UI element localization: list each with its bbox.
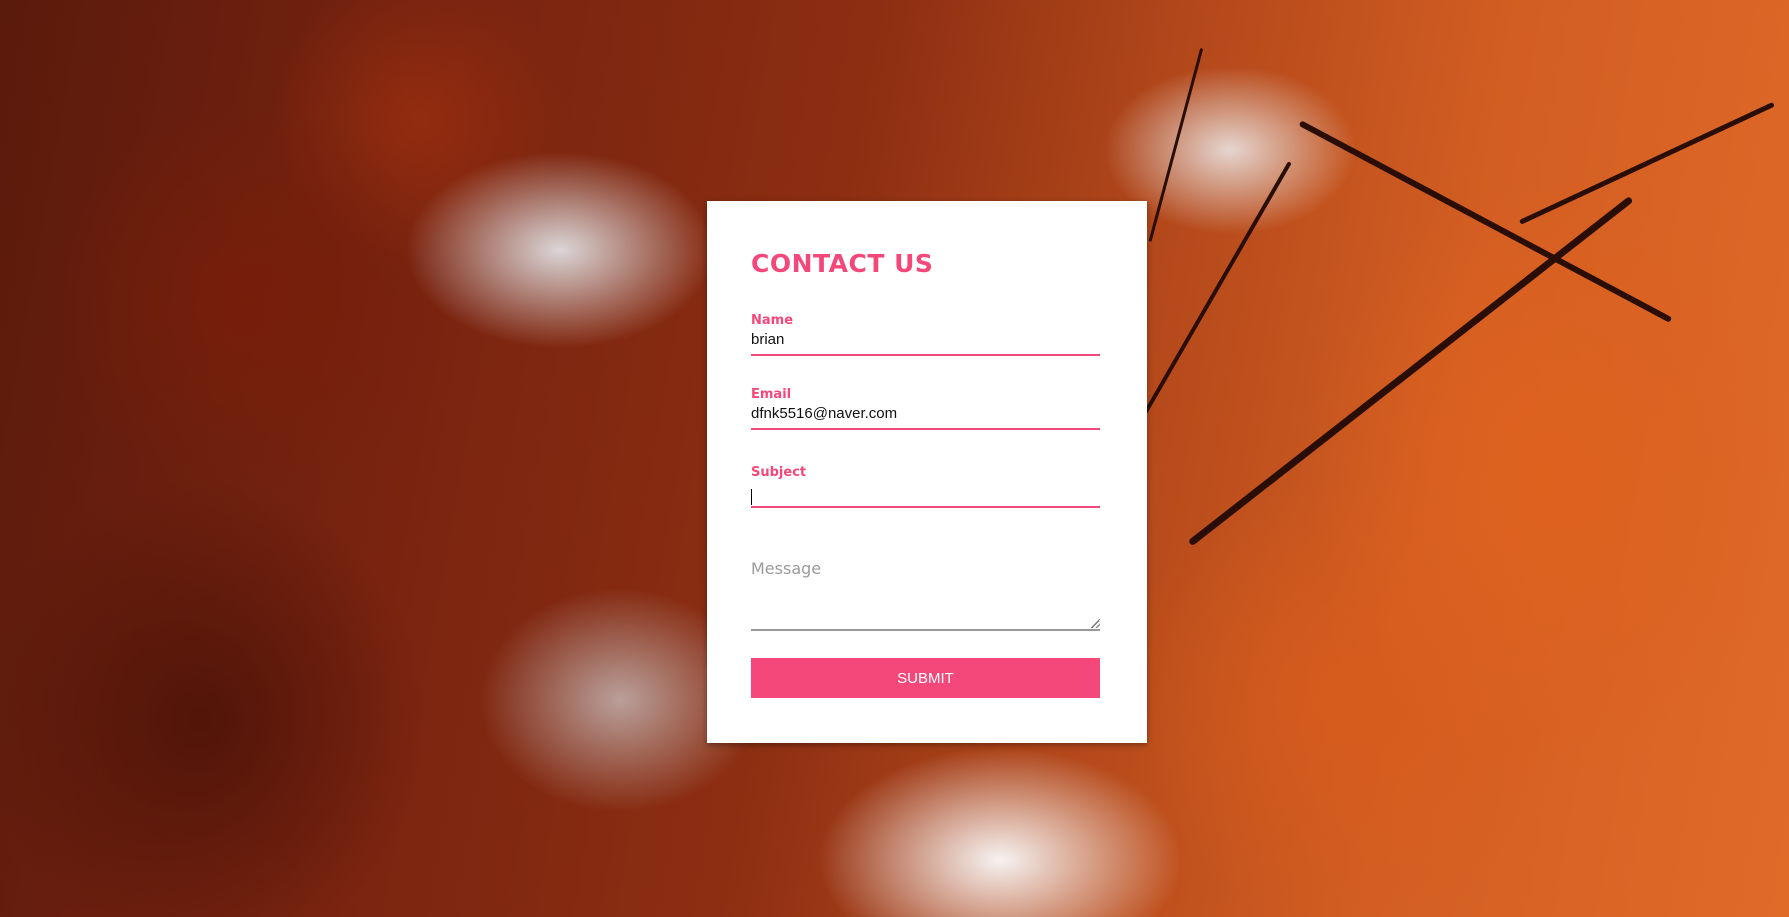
name-field-group: Name [751,313,1100,356]
form-title: CONTACT US [751,249,934,278]
subject-label: Subject [751,465,807,480]
contact-form-card: CONTACT US Name Email Subject SUBMIT [707,201,1147,743]
submit-button[interactable]: SUBMIT [751,658,1100,698]
email-label: Email [751,387,792,402]
message-textarea[interactable] [751,553,1100,631]
subject-field-group: Subject [751,465,1100,508]
email-input[interactable] [751,403,1100,430]
subject-input[interactable] [751,481,1100,508]
tree-branch [1298,120,1673,323]
text-cursor [751,489,752,505]
tree-branch [1148,47,1204,242]
name-label: Name [751,313,794,328]
tree-branch [1518,101,1775,225]
resize-handle-icon[interactable] [1091,619,1100,628]
name-input[interactable] [751,329,1100,356]
tree-branch [1187,195,1634,547]
email-field-group: Email [751,387,1100,430]
